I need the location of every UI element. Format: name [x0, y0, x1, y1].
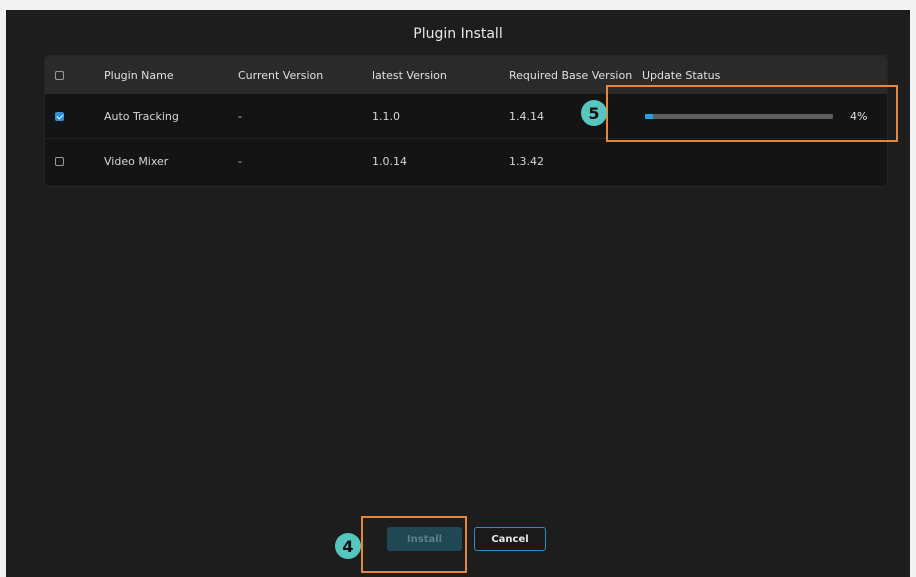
- annotation-badge-4: 4: [335, 533, 361, 559]
- cancel-button[interactable]: Cancel: [474, 527, 546, 551]
- table-row[interactable]: Video Mixer - 1.0.14 1.3.42: [45, 139, 887, 183]
- required-base-version: 1.3.42: [509, 154, 544, 168]
- row-checkbox-cell: [55, 94, 64, 138]
- current-version: -: [238, 109, 242, 123]
- row-checkbox-auto-tracking[interactable]: [55, 111, 64, 121]
- annotation-highlight-status: [606, 85, 898, 142]
- dialog-title: Plugin Install: [413, 26, 503, 42]
- row-checkbox-video-mixer[interactable]: [55, 156, 64, 166]
- annotation-highlight-install: [361, 516, 467, 573]
- current-version: -: [238, 154, 242, 168]
- select-all-checkbox[interactable]: [55, 70, 64, 80]
- plugin-name: Auto Tracking: [104, 109, 179, 123]
- required-base-version: 1.4.14: [509, 109, 544, 123]
- header-plugin-name[interactable]: Plugin Name: [104, 56, 174, 94]
- select-all-cell: [55, 56, 64, 94]
- latest-version: 1.1.0: [372, 109, 400, 123]
- plugin-name: Video Mixer: [104, 154, 169, 168]
- row-checkbox-cell: [55, 139, 64, 183]
- annotation-badge-5: 5: [581, 100, 607, 126]
- screenshot-frame: Plugin Install Plugin Name Current Versi…: [0, 0, 916, 577]
- latest-version: 1.0.14: [372, 154, 407, 168]
- header-latest-version[interactable]: latest Version: [372, 56, 447, 94]
- header-current-version[interactable]: Current Version: [238, 56, 323, 94]
